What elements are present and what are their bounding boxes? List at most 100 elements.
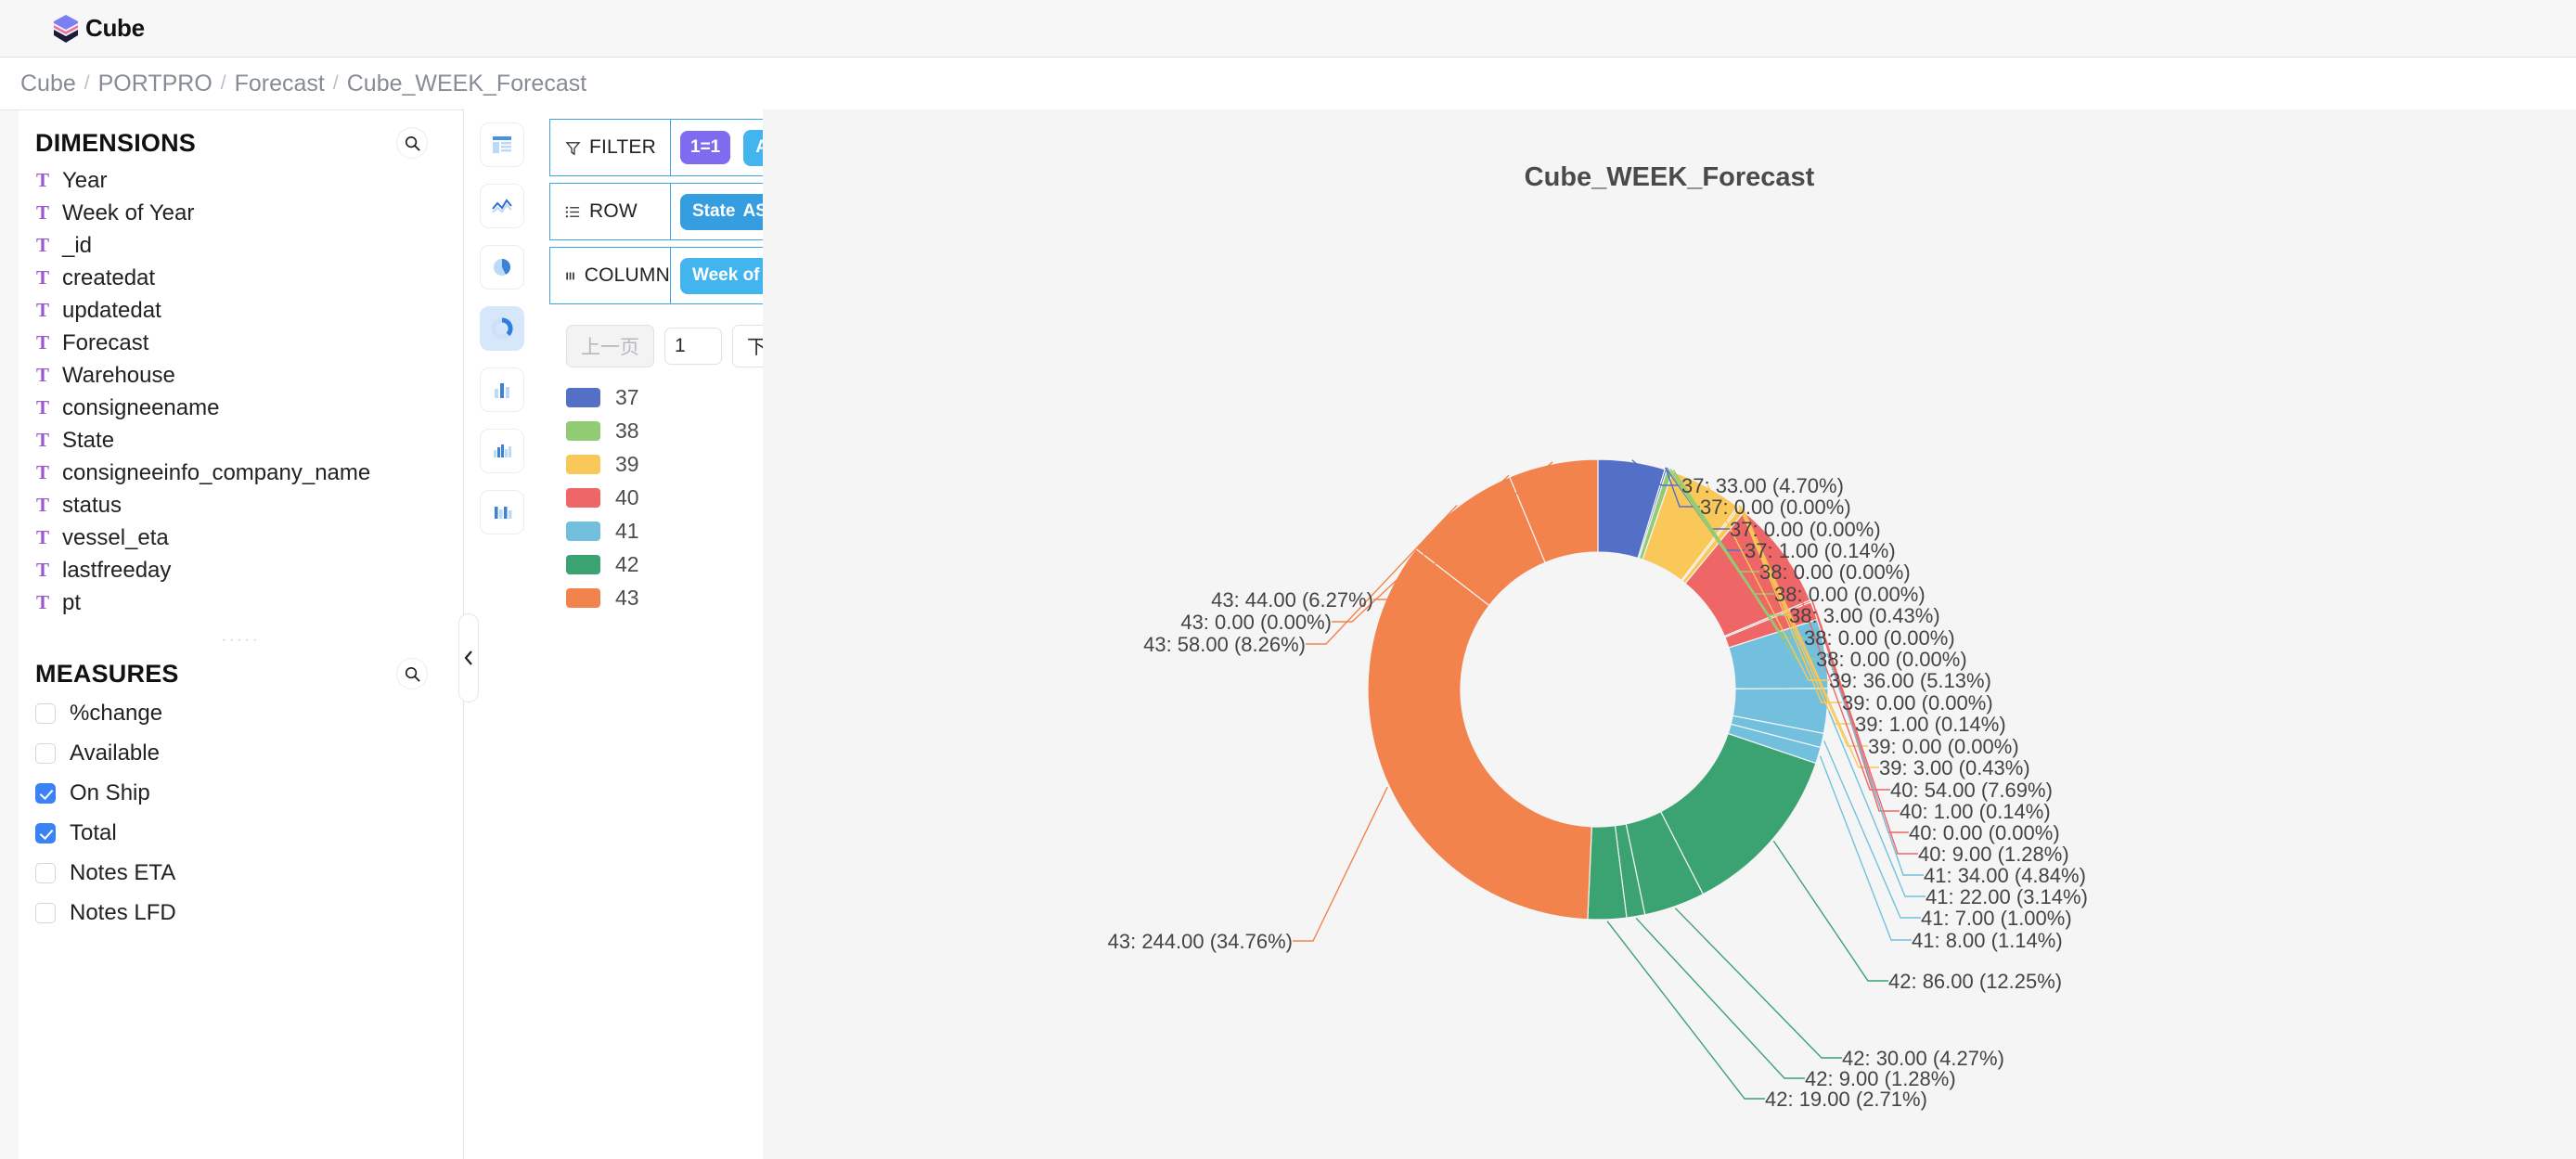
stacked-bar-chart-icon[interactable] (480, 490, 524, 534)
dimension-label: status (62, 492, 122, 518)
label-leader-line (1606, 921, 1765, 1100)
breadcrumb-item-1[interactable]: PORTPRO (98, 71, 213, 97)
dimensions-header: DIMENSIONS (0, 123, 463, 162)
legend-swatch (566, 587, 600, 608)
measure-item[interactable]: %change (0, 693, 463, 733)
legend-label: 37 (615, 384, 639, 409)
measure-item[interactable]: Notes LFD (0, 893, 463, 933)
legend-label: 40 (615, 484, 639, 509)
rows-icon (565, 206, 580, 217)
breadcrumb: Cube / PORTPRO / Forecast / Cube_WEEK_Fo… (0, 58, 2576, 109)
measure-item[interactable]: Available (0, 733, 463, 773)
donut-slice-label: 39: 1.00 (0.14%) (1855, 713, 2006, 736)
sidebar-collapse-button[interactable] (458, 613, 479, 702)
dimension-item[interactable]: Tstatus (0, 489, 463, 522)
dimension-item[interactable]: Tconsigneeinfo_company_name (0, 457, 463, 489)
donut-slice-label: 43: 58.00 (8.26%) (1143, 633, 1306, 656)
dimension-label: Week of Year (62, 200, 195, 225)
label-leader-line (1772, 840, 1888, 982)
label-leader-line (1293, 786, 1388, 942)
legend-swatch (566, 454, 600, 474)
brand[interactable]: Cube (52, 14, 145, 44)
dimension-item[interactable]: Tcreatedat (0, 262, 463, 294)
dimension-label: Warehouse (62, 362, 175, 388)
measure-label: On Ship (70, 779, 150, 805)
donut-slice-label: 38: 3.00 (0.43%) (1789, 604, 1940, 627)
pie-chart-icon[interactable] (480, 245, 524, 290)
text-type-icon: T (35, 559, 49, 581)
measures-title: MEASURES (35, 659, 179, 688)
dimensions-search-icon[interactable] (396, 127, 428, 159)
dimension-label: Year (62, 167, 108, 193)
measure-checkbox[interactable] (35, 822, 56, 843)
breadcrumb-separator: / (84, 72, 90, 94)
dimension-item[interactable]: Tconsigneename (0, 392, 463, 424)
measure-item[interactable]: Total (0, 813, 463, 853)
donut-slice-label: 42: 19.00 (2.71%) (1765, 1088, 1927, 1111)
dimension-item[interactable]: T _id (0, 229, 463, 262)
filter-icon (565, 141, 581, 155)
dimension-item[interactable]: Tvessel_eta (0, 522, 463, 554)
text-type-icon: T (35, 364, 49, 386)
dimension-item[interactable]: T Forecast (0, 327, 463, 359)
grouped-bar-chart-icon[interactable] (480, 429, 524, 473)
donut-slice[interactable] (1367, 547, 1593, 921)
donut-slice-label: 38: 0.00 (0.00%) (1759, 560, 1911, 584)
donut-slice-label: 39: 36.00 (5.13%) (1829, 669, 1991, 692)
donut-chart-svg[interactable] (763, 109, 2576, 1159)
prev-page-button[interactable]: 上一页 (566, 325, 654, 367)
donut-slice-label: 42: 86.00 (12.25%) (1888, 970, 2063, 993)
text-type-icon: T (35, 396, 49, 419)
dimension-item[interactable]: T State (0, 424, 463, 457)
measure-label: Notes LFD (70, 899, 176, 925)
text-type-icon: T (35, 331, 49, 354)
bar-chart-icon[interactable] (480, 367, 524, 412)
breadcrumb-item-0[interactable]: Cube (20, 71, 76, 97)
page-number-input[interactable] (664, 328, 722, 365)
measure-checkbox[interactable] (35, 782, 56, 804)
measure-item[interactable]: On Ship (0, 773, 463, 813)
measure-checkbox[interactable] (35, 702, 56, 724)
donut-chart-icon[interactable] (480, 306, 524, 351)
dimension-label: createdat (62, 264, 156, 290)
text-type-icon: T (35, 201, 49, 224)
breadcrumb-separator: / (220, 72, 226, 94)
dimensions-title: DIMENSIONS (35, 128, 197, 157)
app-header: Cube (0, 0, 2576, 58)
dimension-label: lastfreeday (62, 557, 172, 583)
measure-checkbox[interactable] (35, 902, 56, 923)
row-shelf-label: ROW (550, 184, 671, 239)
filter-shelf-label: FILTER (550, 120, 671, 175)
dimension-item[interactable]: T Warehouse (0, 359, 463, 392)
measure-checkbox[interactable] (35, 862, 56, 883)
line-chart-icon[interactable] (480, 184, 524, 228)
breadcrumb-item-3[interactable]: Cube_WEEK_Forecast (347, 71, 586, 97)
table-chart-icon[interactable] (480, 122, 524, 167)
legend-label: 39 (615, 451, 639, 476)
dimension-label: Forecast (62, 329, 149, 355)
dimension-item[interactable]: T Week of Year (0, 197, 463, 229)
filter-pill-1eq1[interactable]: 1=1 (680, 131, 731, 164)
legend-swatch (566, 420, 600, 441)
dimensions-list: T Year T Week of Year T _id Tcreatedat Tupdated… (0, 162, 463, 619)
dimension-item[interactable]: T Year (0, 164, 463, 197)
legend-label: 41 (615, 518, 639, 543)
breadcrumb-item-2[interactable]: Forecast (235, 71, 325, 97)
legend-swatch (566, 387, 600, 407)
measures-search-icon[interactable] (396, 658, 428, 689)
dimension-label: State (62, 427, 115, 453)
sidebar-resize-grip[interactable]: ····· (19, 619, 463, 654)
donut-slice-label: 43: 44.00 (6.27%) (1211, 588, 1373, 612)
donut-slice-label: 43: 0.00 (0.00%) (1180, 611, 1332, 634)
measure-label: Available (70, 740, 160, 766)
row-label-text: ROW (589, 200, 638, 222)
column-label-text: COLUMN (584, 264, 670, 286)
measure-item[interactable]: Notes ETA (0, 853, 463, 893)
donut-slice-label: 43: 244.00 (34.76%) (1107, 930, 1293, 953)
dimension-item[interactable]: Tlastfreeday (0, 554, 463, 586)
measure-checkbox[interactable] (35, 742, 56, 764)
dimension-label: _id (62, 232, 93, 258)
dimension-item[interactable]: Tupdatedat (0, 294, 463, 327)
measure-label: %change (70, 700, 163, 726)
dimension-item[interactable]: Tpt (0, 586, 463, 619)
